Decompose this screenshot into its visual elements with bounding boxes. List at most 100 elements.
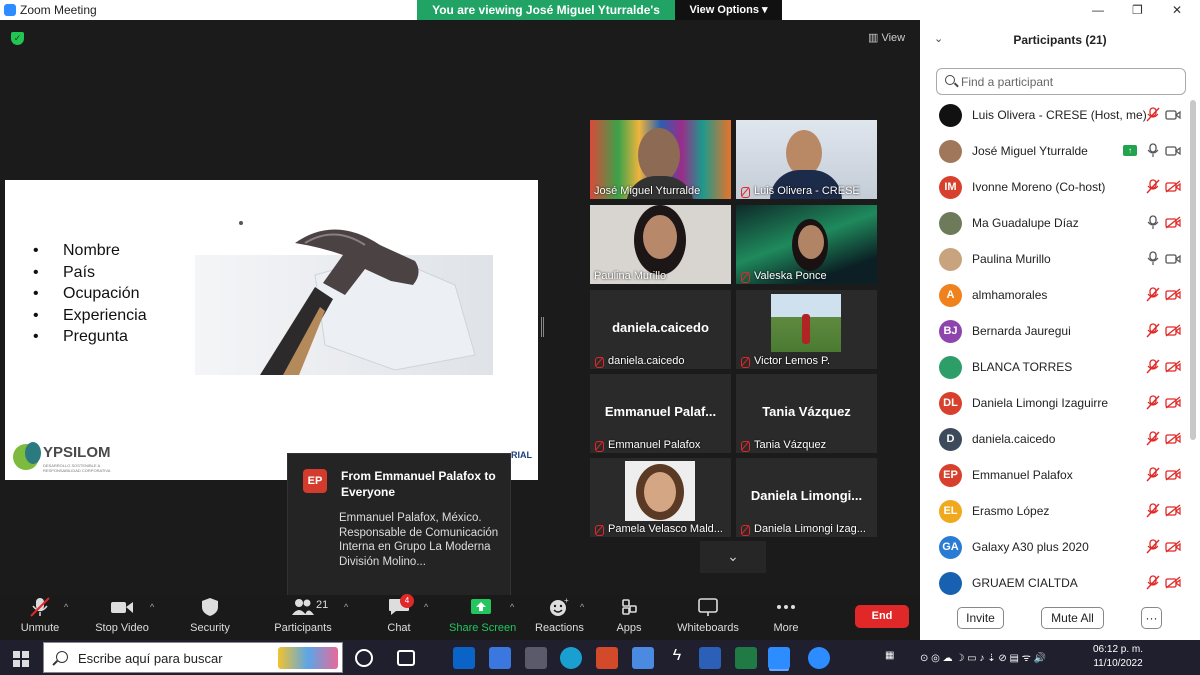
participant-row[interactable]: BLANCA TORRES [920, 349, 1186, 385]
powerpoint-icon[interactable] [596, 647, 618, 669]
security-button[interactable]: Security [188, 597, 232, 637]
calendar-icon[interactable] [489, 647, 511, 669]
excel-icon[interactable] [735, 647, 757, 669]
close-window-button[interactable]: ✕ [1172, 3, 1182, 17]
mic-icon[interactable] [1146, 143, 1160, 158]
store-icon[interactable] [525, 647, 547, 669]
mic-muted-icon[interactable] [1146, 287, 1160, 302]
video-off-icon[interactable] [1165, 288, 1181, 301]
view-button[interactable]: ▥ View [868, 31, 905, 44]
participant-search-input[interactable] [961, 73, 1176, 91]
video-tile[interactable]: Valeska Ponce [736, 205, 877, 284]
reactions-options-caret[interactable]: ^ [580, 602, 584, 612]
video-off-icon[interactable] [1165, 432, 1181, 445]
video-tile[interactable]: Luis Olivera - CRESE [736, 120, 877, 199]
split-resize-handle[interactable] [541, 317, 544, 337]
invite-button[interactable]: Invite [957, 607, 1004, 629]
windows-start-icon[interactable] [13, 651, 29, 667]
participant-row[interactable]: Ma Guadalupe Díaz [920, 205, 1186, 241]
participant-row[interactable]: IM Ivonne Moreno (Co-host) [920, 169, 1186, 205]
mic-icon[interactable] [1146, 215, 1160, 230]
view-options-button[interactable]: View Options ▾ [675, 0, 782, 20]
video-tile[interactable]: Emmanuel Palaf... Emmanuel Palafox [590, 374, 731, 453]
cortana-icon[interactable] [355, 649, 373, 667]
participant-row[interactable]: Ddaniela.caicedo [920, 421, 1186, 457]
minimize-button[interactable]: — [1092, 3, 1104, 17]
edge-icon[interactable] [560, 647, 582, 669]
word-icon[interactable] [699, 647, 721, 669]
video-tile[interactable]: Tania Vázquez Tania Vázquez [736, 374, 877, 453]
share-screen-button[interactable]: Share Screen [449, 597, 516, 637]
video-tile[interactable]: Pamela Velasco Mald... [590, 458, 731, 537]
mic-muted-icon[interactable] [1146, 431, 1160, 446]
search-highlight-icon[interactable] [278, 647, 338, 669]
mute-all-button[interactable]: Mute All [1041, 607, 1104, 629]
unmute-button[interactable]: Unmute [18, 597, 62, 637]
video-tile[interactable]: José Miguel Yturralde [590, 120, 731, 199]
participant-row[interactable]: GRUAEM CIALTDA [920, 565, 1186, 595]
video-off-icon[interactable] [1165, 504, 1181, 517]
whiteboards-button[interactable]: Whiteboards [676, 597, 740, 637]
reactions-button[interactable]: + Reactions [535, 597, 584, 637]
panel-more-button[interactable]: ··· [1141, 607, 1162, 629]
video-off-icon[interactable] [1165, 540, 1181, 553]
video-off-icon[interactable] [1165, 576, 1181, 589]
mic-muted-icon[interactable] [1146, 467, 1160, 482]
zoom-taskbar-icon[interactable] [768, 647, 790, 669]
participant-row[interactable]: Luis Olivera - CRESE (Host, me) [920, 97, 1186, 133]
mic-muted-icon[interactable] [1146, 539, 1160, 554]
stop-video-button[interactable]: Stop Video [94, 597, 150, 637]
more-button[interactable]: More [768, 597, 804, 637]
outlook-icon[interactable] [453, 647, 475, 669]
apps-button[interactable]: Apps [613, 597, 645, 637]
video-off-icon[interactable] [1165, 468, 1181, 481]
participant-row[interactable]: GA Galaxy A30 plus 2020 [920, 529, 1186, 565]
chat-notification[interactable]: EP From Emmanuel Palafox to Everyone Emm… [287, 453, 511, 606]
task-view-icon[interactable] [397, 650, 415, 666]
audio-options-caret[interactable]: ^ [64, 602, 68, 612]
maximize-button[interactable]: ❐ [1132, 3, 1143, 17]
video-off-icon[interactable] [1165, 324, 1181, 337]
mic-muted-icon[interactable] [1146, 395, 1160, 410]
encryption-shield-icon[interactable]: ✓ [11, 32, 24, 45]
video-off-icon[interactable] [1165, 396, 1181, 409]
mail-icon[interactable] [632, 647, 654, 669]
video-tile[interactable]: Victor Lemos P. [736, 290, 877, 369]
chat-options-caret[interactable]: ^ [424, 602, 428, 612]
tray-icons[interactable]: ⊙ ◎ ☁ ☽ ▭ ♪ ⇣ ⊘ ▤ ᯤ 🔊 [920, 650, 1046, 664]
mic-muted-icon[interactable] [1146, 179, 1160, 194]
participant-search[interactable] [936, 68, 1186, 95]
video-on-icon[interactable] [1165, 252, 1181, 265]
help-icon[interactable] [808, 647, 830, 669]
mic-icon[interactable] [1146, 251, 1160, 266]
touch-keyboard-icon[interactable]: ▦ [885, 650, 894, 661]
share-options-caret[interactable]: ^ [510, 602, 514, 612]
video-tile[interactable]: Daniela Limongi... Daniela Limongi Izag.… [736, 458, 877, 537]
video-tile[interactable]: Paulina Murillo [590, 205, 731, 284]
video-on-icon[interactable] [1165, 144, 1181, 157]
participant-row[interactable]: Paulina Murillo [920, 241, 1186, 277]
mic-muted-icon[interactable] [1146, 575, 1160, 590]
end-meeting-button[interactable]: End [855, 605, 909, 628]
mic-muted-icon[interactable] [1146, 323, 1160, 338]
mic-muted-icon[interactable] [1146, 107, 1160, 122]
participants-options-caret[interactable]: ^ [344, 602, 348, 612]
taskbar-clock[interactable]: 06:12 p. m. 11/10/2022 [1093, 643, 1143, 671]
participant-row[interactable]: EL Erasmo López [920, 493, 1186, 529]
participant-row[interactable]: José Miguel Yturralde ↑ [920, 133, 1186, 169]
video-off-icon[interactable] [1165, 216, 1181, 229]
participant-row[interactable]: BJ Bernarda Jauregui [920, 313, 1186, 349]
video-on-icon[interactable] [1165, 108, 1181, 121]
bolt-app-icon[interactable]: ϟ [666, 647, 688, 669]
gallery-scroll-down-button[interactable]: ⌄ [700, 541, 766, 573]
video-off-icon[interactable] [1165, 360, 1181, 373]
participant-list-scrollbar[interactable] [1190, 100, 1196, 440]
participant-row[interactable]: EP Emmanuel Palafox [920, 457, 1186, 493]
participant-row[interactable]: DL Daniela Limongi Izaguirre [920, 385, 1186, 421]
video-tile[interactable]: daniela.caicedo daniela.caicedo [590, 290, 731, 369]
mic-muted-icon[interactable] [1146, 503, 1160, 518]
video-off-icon[interactable] [1165, 180, 1181, 193]
mic-muted-icon[interactable] [1146, 359, 1160, 374]
participant-row[interactable]: Aalmhamorales [920, 277, 1186, 313]
video-options-caret[interactable]: ^ [150, 602, 154, 612]
